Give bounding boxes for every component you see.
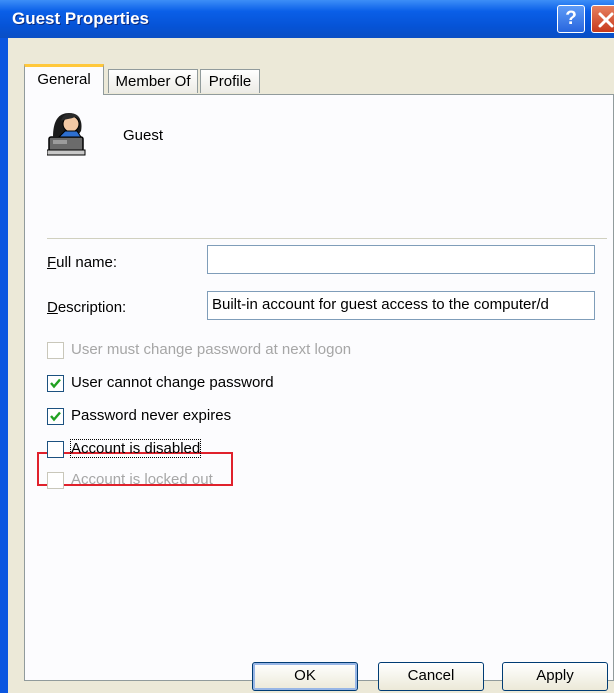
close-button[interactable] [591, 5, 614, 33]
tab-member-of[interactable]: Member Of [108, 69, 198, 93]
account-disabled-label: Account is disabled [69, 439, 202, 458]
description-label: Description: [47, 299, 127, 316]
checkmark-icon [50, 378, 61, 389]
dialog-client-area: General Member Of Profile Guest Full nam… [8, 38, 614, 693]
properties-window: Guest Properties ? General Member Of Pro… [0, 0, 614, 693]
account-locked-out-label: Account is locked out [71, 471, 213, 488]
window-title: Guest Properties [12, 9, 149, 28]
password-never-expires-checkbox[interactable] [47, 408, 64, 425]
must-change-password-checkbox[interactable] [47, 342, 64, 359]
full-name-field[interactable] [207, 245, 595, 274]
checkmark-icon [50, 411, 61, 422]
cancel-button[interactable]: Cancel [378, 662, 484, 691]
help-button[interactable]: ? [557, 5, 585, 33]
account-locked-out-checkbox[interactable] [47, 472, 64, 489]
account-name: Guest [123, 127, 164, 144]
ok-button[interactable]: OK [252, 662, 358, 691]
description-field[interactable]: Built-in account for guest access to the… [207, 291, 595, 320]
full-name-label: Full name: [47, 254, 118, 271]
general-tab-panel: Guest Full name: Description: Built-in a… [24, 94, 614, 681]
must-change-password-label: User must change password at next logon [71, 341, 352, 358]
apply-button[interactable]: Apply [502, 662, 608, 691]
password-never-expires-label: Password never expires [71, 407, 232, 424]
title-bar[interactable]: Guest Properties ? [0, 0, 614, 38]
user-account-icon [47, 113, 86, 156]
separator [47, 238, 607, 239]
cannot-change-password-label: User cannot change password [71, 374, 274, 391]
close-icon [598, 12, 614, 28]
account-disabled-checkbox[interactable] [47, 441, 64, 458]
tab-profile[interactable]: Profile [200, 69, 260, 93]
tab-general[interactable]: General [24, 64, 104, 95]
cannot-change-password-checkbox[interactable] [47, 375, 64, 392]
